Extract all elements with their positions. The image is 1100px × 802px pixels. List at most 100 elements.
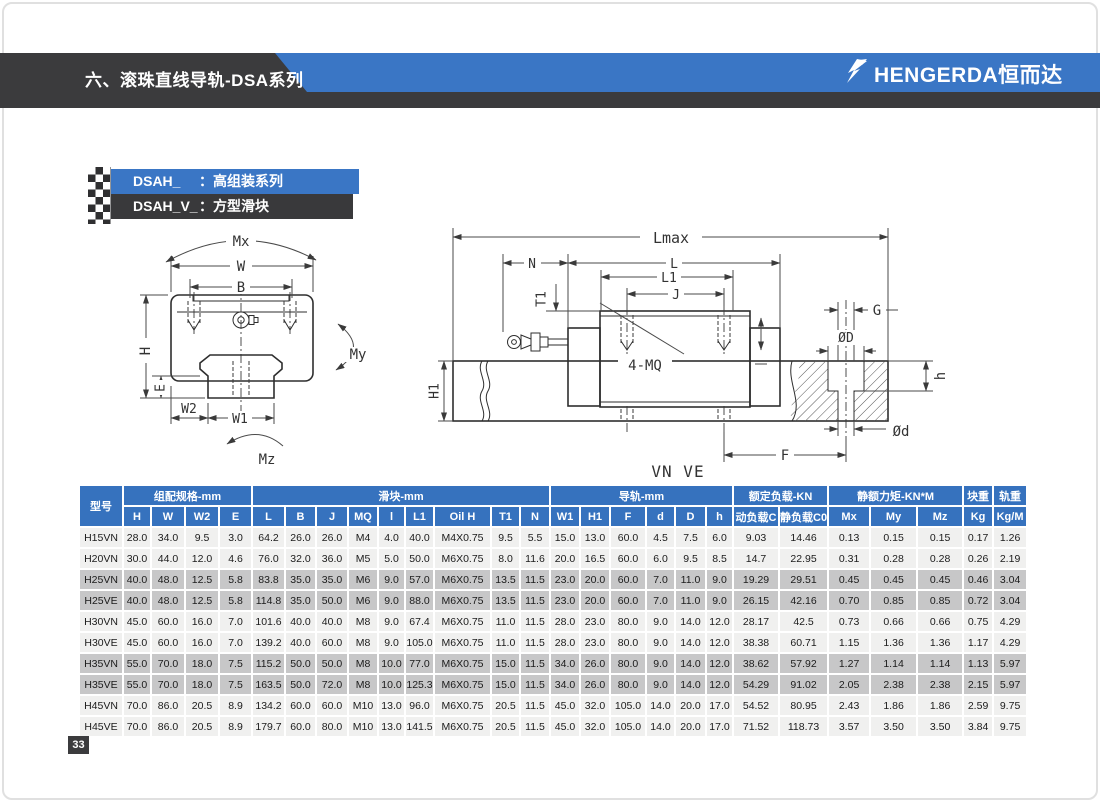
column-header: D <box>675 506 706 527</box>
table-row: H45VE70.086.020.58.9179.760.080.0M1013.0… <box>79 716 1027 737</box>
table-cell: 11.6 <box>520 548 550 569</box>
table-cell: 0.15 <box>870 527 917 548</box>
table-cell: 9.0 <box>378 590 405 611</box>
table-cell: 1.14 <box>870 653 917 674</box>
table-cell: 9.0 <box>646 674 675 695</box>
table-cell: 7.0 <box>646 569 675 590</box>
table-cell: 14.0 <box>675 674 706 695</box>
model-cell: H35VN <box>79 653 123 674</box>
table-cell: 1.27 <box>828 653 870 674</box>
table-cell: 3.50 <box>870 716 917 737</box>
table-cell: 4.0 <box>378 527 405 548</box>
table-cell: 2.43 <box>828 695 870 716</box>
column-header: W1 <box>550 506 580 527</box>
table-cell: 3.50 <box>917 716 963 737</box>
table-cell: 38.38 <box>733 632 779 653</box>
table-cell: 6.0 <box>706 527 733 548</box>
table-cell: M4 <box>348 527 378 548</box>
table-cell: 96.0 <box>405 695 434 716</box>
column-header: MQ <box>348 506 378 527</box>
table-cell: 2.59 <box>963 695 993 716</box>
model-cell: H25VE <box>79 590 123 611</box>
table-cell: 105.0 <box>610 695 646 716</box>
table-cell: 70.0 <box>151 653 185 674</box>
table-cell: 72.0 <box>316 674 348 695</box>
dim-label-h: H <box>138 347 154 355</box>
table-row: H15VN28.034.09.53.064.226.026.0M44.040.0… <box>79 527 1027 548</box>
table-cell: 16.5 <box>580 548 610 569</box>
table-cell: M10 <box>348 695 378 716</box>
table-row: H25VN40.048.012.55.883.835.035.0M69.057.… <box>79 569 1027 590</box>
brand-icon <box>845 59 869 89</box>
table-cell: 34.0 <box>151 527 185 548</box>
table-cell: 0.85 <box>917 590 963 611</box>
table-cell: 15.0 <box>491 653 520 674</box>
table-cell: 16.0 <box>185 632 219 653</box>
table-cell: 5.97 <box>993 653 1027 674</box>
moment-label-mz: Mz <box>259 452 276 468</box>
table-cell: 12.0 <box>706 632 733 653</box>
table-cell: 26.0 <box>580 674 610 695</box>
table-cell: 9.75 <box>993 695 1027 716</box>
dim-label-e: E <box>154 384 169 392</box>
table-cell: 0.73 <box>828 611 870 632</box>
diagram-caption: VN VE <box>651 462 704 481</box>
table-cell: 60.0 <box>316 695 348 716</box>
column-header: W2 <box>185 506 219 527</box>
column-header: Mz <box>917 506 963 527</box>
table-cell: 9.0 <box>378 569 405 590</box>
table-cell: 134.2 <box>252 695 285 716</box>
dim-label-lmax: Lmax <box>653 229 689 247</box>
table-cell: 57.0 <box>405 569 434 590</box>
table-cell: 20.5 <box>491 716 520 737</box>
table-cell: 3.04 <box>993 590 1027 611</box>
column-header: E <box>219 506 252 527</box>
table-cell: 57.92 <box>779 653 828 674</box>
table-cell: 50.0 <box>285 653 316 674</box>
table-cell: 32.0 <box>580 695 610 716</box>
table-cell: 4.6 <box>219 548 252 569</box>
table-cell: 40.0 <box>405 527 434 548</box>
table-cell: 45.0 <box>550 716 580 737</box>
table-cell: 3.84 <box>963 716 993 737</box>
dim-label-f: F <box>781 448 789 464</box>
table-cell: 26.0 <box>316 527 348 548</box>
table-cell: 40.0 <box>316 611 348 632</box>
dim-label-phiD: ØD <box>838 331 854 346</box>
table-cell: M8 <box>348 611 378 632</box>
table-row: H30VN45.060.016.07.0101.640.040.0M89.067… <box>79 611 1027 632</box>
model-cell: H35VE <box>79 674 123 695</box>
table-cell: 7.5 <box>219 653 252 674</box>
table-cell: 11.0 <box>675 590 706 611</box>
table-cell: 22.95 <box>779 548 828 569</box>
table-cell: 28.0 <box>550 632 580 653</box>
table-cell: 10.0 <box>378 653 405 674</box>
table-cell: 125.3 <box>405 674 434 695</box>
table-cell: M6 <box>348 569 378 590</box>
table-cell: 115.2 <box>252 653 285 674</box>
table-cell: 0.45 <box>870 569 917 590</box>
table-cell: 9.0 <box>706 590 733 611</box>
column-header: h <box>706 506 733 527</box>
table-cell: 34.0 <box>550 653 580 674</box>
column-group-header: 静额力矩-KN*M <box>828 485 963 506</box>
table-cell: 13.0 <box>378 695 405 716</box>
column-header: My <box>870 506 917 527</box>
table-cell: 20.0 <box>675 695 706 716</box>
table-cell: 1.13 <box>963 653 993 674</box>
table-cell: 0.26 <box>963 548 993 569</box>
model-cell: H45VE <box>79 716 123 737</box>
table-cell: 17.0 <box>706 716 733 737</box>
table-cell: 50.0 <box>316 653 348 674</box>
table-cell: 29.51 <box>779 569 828 590</box>
table-cell: 13.5 <box>491 569 520 590</box>
table-cell: M6X0.75 <box>434 716 491 737</box>
table-cell: 6.0 <box>646 548 675 569</box>
table-cell: 54.52 <box>733 695 779 716</box>
cross-section-diagram: W B Mx H E W2 W1 My Mz <box>130 220 420 477</box>
table-cell: 23.0 <box>580 632 610 653</box>
table-cell: M4X0.75 <box>434 527 491 548</box>
table-cell: 0.66 <box>870 611 917 632</box>
table-cell: 4.5 <box>646 527 675 548</box>
table-cell: 0.15 <box>917 527 963 548</box>
